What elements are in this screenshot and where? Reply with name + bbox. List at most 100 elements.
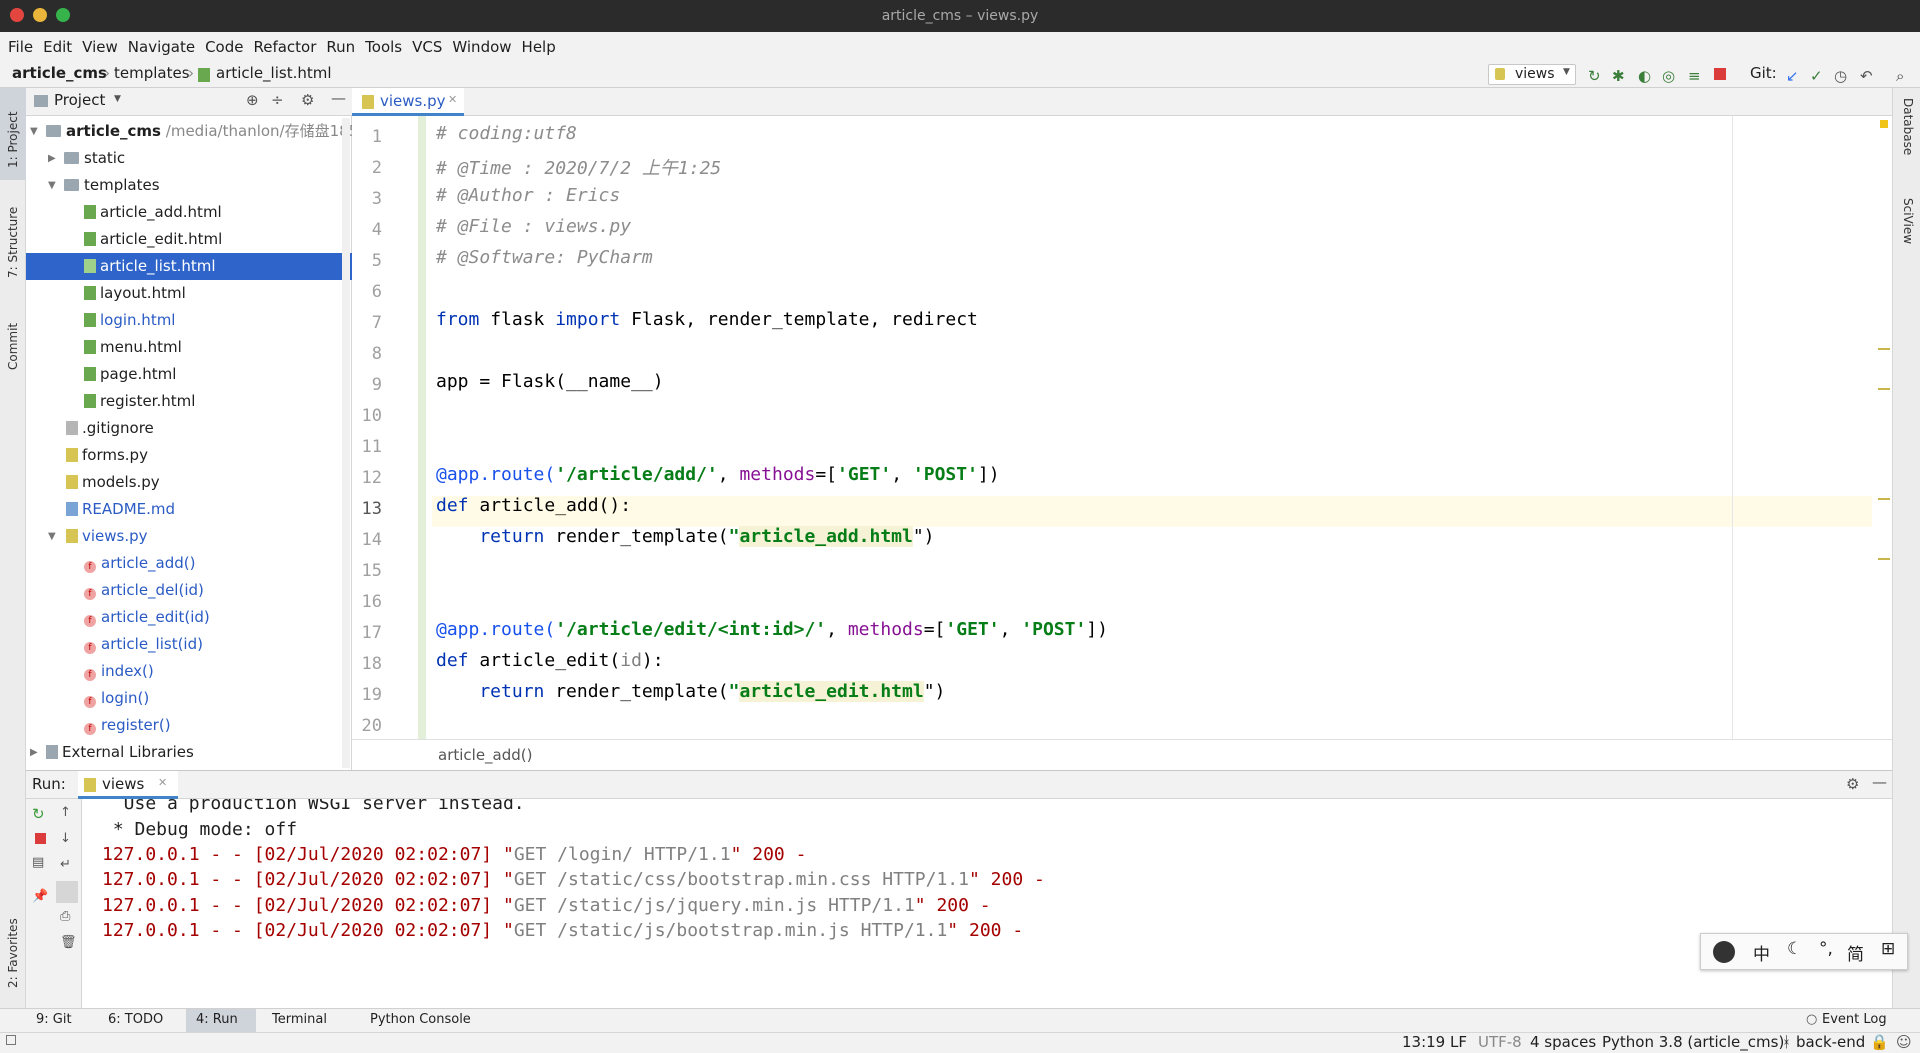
profile-icon[interactable]: ◎	[1662, 67, 1675, 85]
scroll-to-end-icon[interactable]	[56, 881, 78, 903]
tree-item-article-list-html[interactable]: article_list.html	[26, 253, 352, 280]
tree-item-function[interactable]: f article_edit(id)	[26, 604, 352, 631]
line-separator[interactable]: LF	[1450, 1033, 1467, 1051]
hide-panel-icon[interactable]: —	[1872, 773, 1887, 791]
punctuation-icon[interactable]: °,	[1819, 939, 1833, 959]
git-update-icon[interactable]: ↙	[1786, 67, 1799, 85]
tree-item-function[interactable]: f article_list(id)	[26, 631, 352, 658]
function-breadcrumb[interactable]: article_add()	[438, 746, 533, 764]
close-tab-icon[interactable]: ✕	[448, 93, 457, 106]
tree-item-menu-html[interactable]: menu.html	[26, 334, 352, 361]
git-branch[interactable]: back-end	[1796, 1033, 1865, 1051]
tree-item-function[interactable]: f article_del(id)	[26, 577, 352, 604]
tool-tab-sciview[interactable]: SciView	[1901, 198, 1915, 244]
tool-tab-project[interactable]: 1: Project	[6, 111, 20, 168]
tool-tab-run-active[interactable]: 4: Run	[186, 1009, 256, 1032]
tool-tab-favorites[interactable]: 2: Favorites	[6, 918, 20, 988]
tree-item-function[interactable]: f article_add()	[26, 550, 352, 577]
up-arrow-icon[interactable]: ↑	[60, 805, 71, 820]
ime-language-toggle[interactable]: 中	[1753, 940, 1770, 965]
run-config-select[interactable]: views ▼	[1488, 64, 1576, 85]
tool-tab-commit[interactable]: Commit	[6, 323, 20, 370]
rerun-icon[interactable]: ↻	[32, 805, 45, 823]
rerun-icon[interactable]: ↻	[1588, 67, 1601, 85]
git-rollback-icon[interactable]: ↶	[1860, 67, 1873, 85]
project-view-selector[interactable]: Project	[54, 91, 105, 109]
menu-code[interactable]: Code	[205, 38, 243, 56]
editor-tab-views-py[interactable]: views.py ✕	[352, 88, 464, 116]
menu-help[interactable]: Help	[522, 38, 556, 56]
python-interpreter[interactable]: Python 3.8 (article_cms)	[1602, 1033, 1784, 1051]
tree-item-readme[interactable]: README.md	[26, 496, 352, 523]
collapse-all-icon[interactable]: ÷	[271, 91, 284, 109]
stop-icon[interactable]	[1714, 68, 1726, 80]
menu-edit[interactable]: Edit	[43, 38, 72, 56]
gear-icon[interactable]: ⚙	[301, 91, 314, 109]
layout-icon[interactable]: ▤	[32, 855, 44, 870]
down-arrow-icon[interactable]: ↓	[60, 831, 71, 846]
breadcrumb-project[interactable]: article_cms	[12, 64, 107, 82]
grid-icon[interactable]: ⊞	[1881, 939, 1895, 959]
tree-root[interactable]: ▼ article_cms /media/thanlon/存储盘1851	[26, 118, 368, 145]
tree-item-function[interactable]: f index()	[26, 658, 352, 685]
indent-setting[interactable]: 4 spaces	[1530, 1033, 1596, 1051]
search-icon[interactable]: ⌕	[1896, 67, 1904, 85]
caret-position[interactable]: 13:19	[1402, 1033, 1445, 1051]
stop-icon[interactable]	[35, 833, 46, 844]
concurrency-icon[interactable]: ≡	[1688, 67, 1701, 85]
pin-icon[interactable]: 📌	[32, 889, 48, 904]
tree-item-forms-py[interactable]: forms.py	[26, 442, 352, 469]
tool-tab-database[interactable]: Database	[1901, 98, 1915, 155]
menu-run[interactable]: Run	[326, 38, 355, 56]
notifications-icon[interactable]: ☺	[1896, 1033, 1912, 1051]
baidu-ime-icon[interactable]	[1713, 941, 1735, 963]
breadcrumb-folder[interactable]: templates	[114, 64, 190, 82]
breadcrumb-file[interactable]: article_list.html	[216, 64, 332, 82]
coverage-icon[interactable]: ◐	[1638, 67, 1651, 85]
tree-item-register-html[interactable]: register.html	[26, 388, 352, 415]
debug-icon[interactable]: ✱	[1612, 67, 1625, 85]
tree-item-external-libraries[interactable]: ▶ External Libraries	[26, 739, 352, 766]
tree-item-page-html[interactable]: page.html	[26, 361, 352, 388]
event-log-button[interactable]: Event Log	[1822, 1012, 1887, 1027]
tree-item-login-html[interactable]: login.html	[26, 307, 352, 334]
run-tab-views[interactable]: views ✕	[78, 771, 178, 799]
menu-vcs[interactable]: VCS	[412, 38, 442, 56]
ime-charset-toggle[interactable]: 简	[1847, 940, 1864, 965]
panel-toggle-icon[interactable]	[6, 1035, 16, 1045]
close-tab-icon[interactable]: ✕	[158, 776, 167, 789]
tree-item-function[interactable]: f login()	[26, 685, 352, 712]
menu-navigate[interactable]: Navigate	[128, 38, 195, 56]
tool-tab-todo[interactable]: 6: TODO	[108, 1012, 163, 1027]
chevron-down-icon[interactable]: ▼	[114, 94, 121, 104]
tree-item-models-py[interactable]: models.py	[26, 469, 352, 496]
code-area[interactable]	[432, 116, 1892, 739]
tree-item-layout-html[interactable]: layout.html	[26, 280, 352, 307]
hide-panel-icon[interactable]: —	[331, 89, 346, 107]
print-icon[interactable]: ⎙	[60, 909, 70, 924]
trash-icon[interactable]: 🗑	[60, 935, 77, 950]
tree-item-views-py[interactable]: ▼ views.py	[26, 523, 352, 550]
soft-wrap-icon[interactable]: ↵	[60, 857, 71, 872]
menu-file[interactable]: File	[8, 38, 33, 56]
locate-icon[interactable]: ⊕	[246, 91, 259, 109]
tree-item-article-edit-html[interactable]: article_edit.html	[26, 226, 352, 253]
tool-tab-terminal[interactable]: Terminal	[272, 1012, 327, 1027]
file-encoding[interactable]: UTF-8	[1478, 1033, 1522, 1051]
tree-item-gitignore[interactable]: .gitignore	[26, 415, 352, 442]
tree-item-function[interactable]: f register()	[26, 712, 352, 739]
tool-tab-git[interactable]: 9: Git	[36, 1012, 72, 1027]
git-commit-icon[interactable]: ✓	[1810, 67, 1823, 85]
git-history-icon[interactable]: ◷	[1834, 67, 1847, 85]
scrollbar[interactable]	[342, 118, 350, 768]
menu-view[interactable]: View	[82, 38, 118, 56]
menu-refactor[interactable]: Refactor	[253, 38, 316, 56]
gear-icon[interactable]: ⚙	[1846, 775, 1859, 793]
tool-tab-structure[interactable]: 7: Structure	[6, 207, 20, 278]
lock-icon[interactable]: 🔒	[1870, 1033, 1889, 1051]
inspection-status-icon[interactable]	[1880, 120, 1888, 128]
moon-icon[interactable]: ☾	[1787, 939, 1802, 959]
console-output[interactable]: Use a production WSGI server instead. * …	[82, 799, 1892, 1009]
menu-tools[interactable]: Tools	[365, 38, 402, 56]
tree-item-article-add-html[interactable]: article_add.html	[26, 199, 352, 226]
